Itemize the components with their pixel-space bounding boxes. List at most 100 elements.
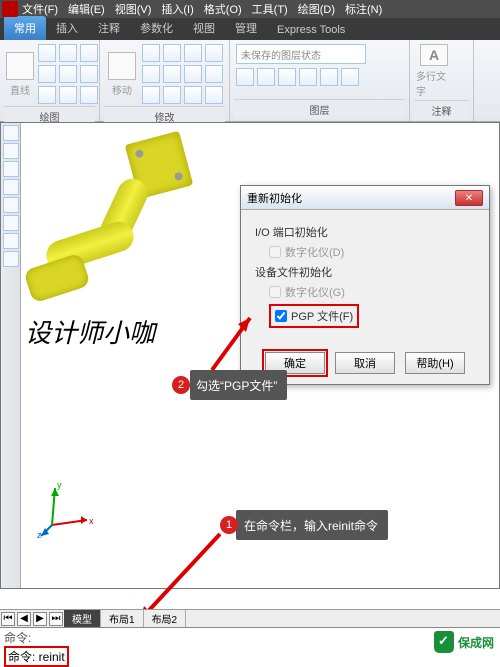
- menu-file[interactable]: 文件(F): [22, 1, 58, 17]
- menu-dim[interactable]: 标注(N): [345, 1, 382, 17]
- draw-tool-button[interactable]: [80, 65, 98, 83]
- draw-tool-button[interactable]: [59, 86, 77, 104]
- tab-express[interactable]: Express Tools: [267, 20, 355, 40]
- tab-nav-last[interactable]: ⏭: [49, 612, 63, 626]
- layer-tool-button[interactable]: [278, 68, 296, 86]
- tab-model[interactable]: 模型: [64, 610, 101, 627]
- digitizer-file-checkbox[interactable]: 数字化仪(G): [269, 284, 475, 300]
- panel-draw: 直线 绘图: [0, 40, 100, 121]
- shield-icon: [434, 631, 454, 653]
- text-icon: A: [420, 44, 448, 66]
- panel-annot: A 多行文字 注释: [410, 40, 474, 121]
- layer-tool-button[interactable]: [236, 68, 254, 86]
- tab-nav-first[interactable]: ⏮: [1, 612, 15, 626]
- tab-layout2[interactable]: 布局2: [144, 610, 187, 627]
- modify-tool-button[interactable]: [205, 86, 223, 104]
- modify-tool-button[interactable]: [163, 44, 181, 62]
- line-icon: [6, 52, 34, 80]
- tool-button[interactable]: [3, 125, 19, 141]
- digitizer-io-checkbox[interactable]: 数字化仪(D): [269, 244, 475, 260]
- model-flange-icon: [23, 253, 91, 304]
- draw-tool-button[interactable]: [38, 86, 56, 104]
- close-button[interactable]: ✕: [455, 190, 483, 206]
- cancel-button[interactable]: 取消: [335, 352, 395, 374]
- help-button[interactable]: 帮助(H): [405, 352, 465, 374]
- menu-format[interactable]: 格式(O): [204, 1, 242, 17]
- svg-text:x: x: [89, 516, 94, 526]
- tool-button[interactable]: [3, 233, 19, 249]
- checkbox-icon[interactable]: [269, 246, 281, 258]
- command-history: 命令:: [4, 629, 496, 646]
- layer-state-combo[interactable]: 未保存的图层状态: [236, 44, 366, 64]
- menu-insert[interactable]: 插入(I): [161, 1, 193, 17]
- menu-view[interactable]: 视图(V): [115, 1, 152, 17]
- ucs-axes-icon: x y z: [37, 480, 97, 540]
- layer-tool-button[interactable]: [341, 68, 359, 86]
- line-button[interactable]: 直线: [6, 47, 34, 101]
- callout-pgp: 2 勾选“PGP文件”: [190, 370, 287, 400]
- reinit-dialog: 重新初始化 ✕ I/O 端口初始化 数字化仪(D) 设备文件初始化 数字化仪(G…: [240, 185, 490, 385]
- modify-tool-button[interactable]: [184, 86, 202, 104]
- modify-tool-button[interactable]: [205, 44, 223, 62]
- modify-tool-button[interactable]: [205, 65, 223, 83]
- command-line[interactable]: 命令: 命令: reinit: [0, 627, 500, 659]
- side-toolbar: [1, 123, 21, 588]
- tab-annotate[interactable]: 注释: [88, 16, 130, 40]
- pgp-file-checkbox[interactable]: [275, 310, 287, 322]
- checkbox-icon[interactable]: [269, 286, 281, 298]
- tab-layout1[interactable]: 布局1: [101, 610, 144, 627]
- dialog-group-device: 设备文件初始化: [255, 264, 475, 280]
- pgp-file-highlight: PGP 文件(F): [269, 304, 359, 328]
- menu-draw[interactable]: 绘图(D): [298, 1, 335, 17]
- tab-nav-prev[interactable]: ◀: [17, 612, 31, 626]
- view-tabs: ⏮ ◀ ▶ ⏭ 模型 布局1 布局2: [0, 609, 500, 627]
- tab-nav-next[interactable]: ▶: [33, 612, 47, 626]
- modify-tool-button[interactable]: [142, 65, 160, 83]
- mtext-button[interactable]: A 多行文字: [416, 44, 452, 98]
- site-logo: 保成网: [434, 631, 494, 653]
- draw-tool-button[interactable]: [80, 44, 98, 62]
- tab-manage[interactable]: 管理: [225, 16, 267, 40]
- layer-tool-button[interactable]: [320, 68, 338, 86]
- modify-tool-button[interactable]: [184, 65, 202, 83]
- menu-tools[interactable]: 工具(T): [252, 1, 288, 17]
- menu-edit[interactable]: 编辑(E): [68, 1, 105, 17]
- badge-2-icon: 2: [172, 376, 190, 394]
- draw-tool-button[interactable]: [38, 65, 56, 83]
- layer-tool-button[interactable]: [257, 68, 275, 86]
- ribbon-tabs: 常用 插入 注释 参数化 视图 管理 Express Tools: [0, 18, 500, 40]
- ribbon: 直线 绘图 移动: [0, 40, 500, 122]
- tool-button[interactable]: [3, 215, 19, 231]
- watermark-text: 设计师小咖: [25, 313, 155, 350]
- panel-annot-label: 注释: [414, 100, 469, 120]
- tool-button[interactable]: [3, 161, 19, 177]
- modify-tool-button[interactable]: [163, 65, 181, 83]
- draw-tool-button[interactable]: [80, 86, 98, 104]
- tab-home[interactable]: 常用: [4, 16, 46, 40]
- draw-tool-button[interactable]: [38, 44, 56, 62]
- modify-tool-button[interactable]: [163, 86, 181, 104]
- modify-tool-button[interactable]: [142, 86, 160, 104]
- tool-button[interactable]: [3, 143, 19, 159]
- modify-tool-button[interactable]: [142, 44, 160, 62]
- move-icon: [108, 52, 136, 80]
- app-logo-icon: [2, 1, 18, 17]
- callout-reinit: 1 在命令栏，输入reinit命令: [236, 510, 388, 540]
- draw-tool-button[interactable]: [59, 65, 77, 83]
- command-input[interactable]: 命令: reinit: [4, 646, 69, 667]
- panel-layer: 未保存的图层状态 图层: [230, 40, 410, 121]
- tool-button[interactable]: [3, 197, 19, 213]
- tab-view[interactable]: 视图: [183, 16, 225, 40]
- tab-param[interactable]: 参数化: [130, 16, 183, 40]
- tool-button[interactable]: [3, 179, 19, 195]
- pgp-file-label: PGP 文件(F): [291, 308, 353, 324]
- tab-insert[interactable]: 插入: [46, 16, 88, 40]
- tool-button[interactable]: [3, 251, 19, 267]
- svg-text:y: y: [57, 480, 62, 490]
- svg-text:z: z: [37, 530, 42, 540]
- panel-modify: 移动 修改: [100, 40, 230, 121]
- draw-tool-button[interactable]: [59, 44, 77, 62]
- move-button[interactable]: 移动: [106, 47, 138, 101]
- layer-tool-button[interactable]: [299, 68, 317, 86]
- modify-tool-button[interactable]: [184, 44, 202, 62]
